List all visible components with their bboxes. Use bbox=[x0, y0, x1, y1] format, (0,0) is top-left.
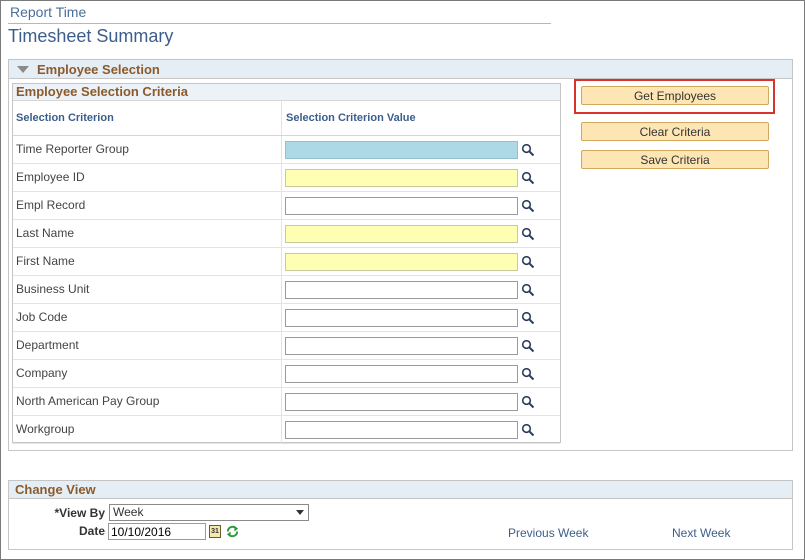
criterion-value-field[interactable] bbox=[285, 141, 518, 159]
criterion-value-field[interactable] bbox=[285, 253, 518, 271]
criterion-label: Workgroup bbox=[16, 422, 75, 436]
criteria-row: Business Unit bbox=[13, 276, 560, 304]
column-header-value: Selection Criterion Value bbox=[286, 112, 416, 124]
calendar-icon[interactable]: 31 bbox=[209, 525, 221, 538]
view-by-select[interactable]: Week bbox=[109, 504, 309, 521]
page-title: Timesheet Summary bbox=[8, 26, 174, 46]
column-divider bbox=[281, 304, 282, 331]
column-divider bbox=[281, 101, 282, 135]
view-by-value: Week bbox=[113, 505, 144, 519]
criteria-row: North American Pay Group bbox=[13, 388, 560, 416]
magnifier-icon[interactable] bbox=[521, 227, 535, 241]
next-week-link[interactable]: Next Week bbox=[672, 526, 730, 540]
column-divider bbox=[281, 220, 282, 247]
magnifier-icon[interactable] bbox=[521, 171, 535, 185]
column-divider bbox=[281, 164, 282, 191]
criterion-value-field[interactable] bbox=[285, 421, 518, 439]
magnifier-icon[interactable] bbox=[521, 311, 535, 325]
employee-selection-header[interactable]: Employee Selection bbox=[9, 60, 792, 79]
magnifier-icon[interactable] bbox=[521, 339, 535, 353]
criteria-rows: Time Reporter Group Employee ID Empl Recor… bbox=[13, 136, 560, 444]
column-divider bbox=[281, 388, 282, 415]
date-label: Date bbox=[78, 524, 105, 538]
employee-selection-criteria-grid: Employee Selection Criteria Selection Cr… bbox=[12, 83, 561, 444]
column-divider bbox=[281, 332, 282, 359]
criterion-label: Business Unit bbox=[16, 282, 90, 296]
criterion-label: Time Reporter Group bbox=[16, 142, 129, 156]
criterion-value-field[interactable] bbox=[285, 309, 518, 327]
view-by-label: *View By bbox=[54, 506, 105, 520]
breadcrumb-divider bbox=[8, 23, 551, 24]
criteria-row: Job Code bbox=[13, 304, 560, 332]
criteria-row: Company bbox=[13, 360, 560, 388]
chevron-down-icon bbox=[296, 510, 304, 515]
criterion-label: Department bbox=[16, 338, 79, 352]
change-view-section: Change View *View By Week Date 31 Previo… bbox=[8, 480, 793, 550]
employee-selection-title: Employee Selection bbox=[37, 61, 160, 77]
column-header-criterion: Selection Criterion bbox=[16, 112, 114, 124]
breadcrumb: Report Time bbox=[10, 4, 87, 20]
magnifier-icon[interactable] bbox=[521, 367, 535, 381]
column-divider bbox=[281, 276, 282, 303]
employee-selection-section: Employee Selection Employee Selection Cr… bbox=[8, 59, 793, 451]
save-criteria-button[interactable]: Save Criteria bbox=[581, 150, 769, 169]
column-divider bbox=[281, 360, 282, 387]
refresh-icon[interactable] bbox=[225, 524, 240, 539]
date-field[interactable] bbox=[108, 523, 206, 540]
clear-criteria-button[interactable]: Clear Criteria bbox=[581, 122, 769, 141]
criteria-row: Employee ID bbox=[13, 164, 560, 192]
magnifier-icon[interactable] bbox=[521, 199, 535, 213]
column-divider bbox=[281, 248, 282, 275]
magnifier-icon[interactable] bbox=[521, 143, 535, 157]
criterion-label: Job Code bbox=[16, 310, 68, 324]
column-divider bbox=[281, 192, 282, 219]
magnifier-icon[interactable] bbox=[521, 283, 535, 297]
criteria-row: Department bbox=[13, 332, 560, 360]
get-employees-button[interactable]: Get Employees bbox=[581, 86, 769, 105]
criterion-value-field[interactable] bbox=[285, 393, 518, 411]
criterion-value-field[interactable] bbox=[285, 337, 518, 355]
criterion-value-field[interactable] bbox=[285, 281, 518, 299]
criterion-label: First Name bbox=[16, 254, 75, 268]
criterion-value-field[interactable] bbox=[285, 365, 518, 383]
criterion-label: Company bbox=[16, 366, 68, 380]
magnifier-icon[interactable] bbox=[521, 255, 535, 269]
magnifier-icon[interactable] bbox=[521, 395, 535, 409]
criteria-row: Last Name bbox=[13, 220, 560, 248]
criterion-label: North American Pay Group bbox=[16, 394, 160, 408]
criterion-value-field[interactable] bbox=[285, 169, 518, 187]
collapse-arrow-icon[interactable] bbox=[17, 65, 29, 73]
criterion-label: Employee ID bbox=[16, 170, 85, 184]
criterion-value-field[interactable] bbox=[285, 197, 518, 215]
criterion-value-field[interactable] bbox=[285, 225, 518, 243]
previous-week-link[interactable]: Previous Week bbox=[508, 526, 588, 540]
criteria-row: Workgroup bbox=[13, 416, 560, 444]
criteria-grid-title: Employee Selection Criteria bbox=[13, 84, 560, 101]
criteria-row: Empl Record bbox=[13, 192, 560, 220]
criteria-column-headers: Selection Criterion Selection Criterion … bbox=[13, 101, 560, 136]
magnifier-icon[interactable] bbox=[521, 423, 535, 437]
criterion-label: Empl Record bbox=[16, 198, 86, 212]
criteria-row: Time Reporter Group bbox=[13, 136, 560, 164]
column-divider bbox=[281, 416, 282, 443]
criterion-label: Last Name bbox=[16, 226, 75, 240]
change-view-title: Change View bbox=[9, 481, 792, 499]
column-divider bbox=[281, 136, 282, 163]
criteria-row: First Name bbox=[13, 248, 560, 276]
